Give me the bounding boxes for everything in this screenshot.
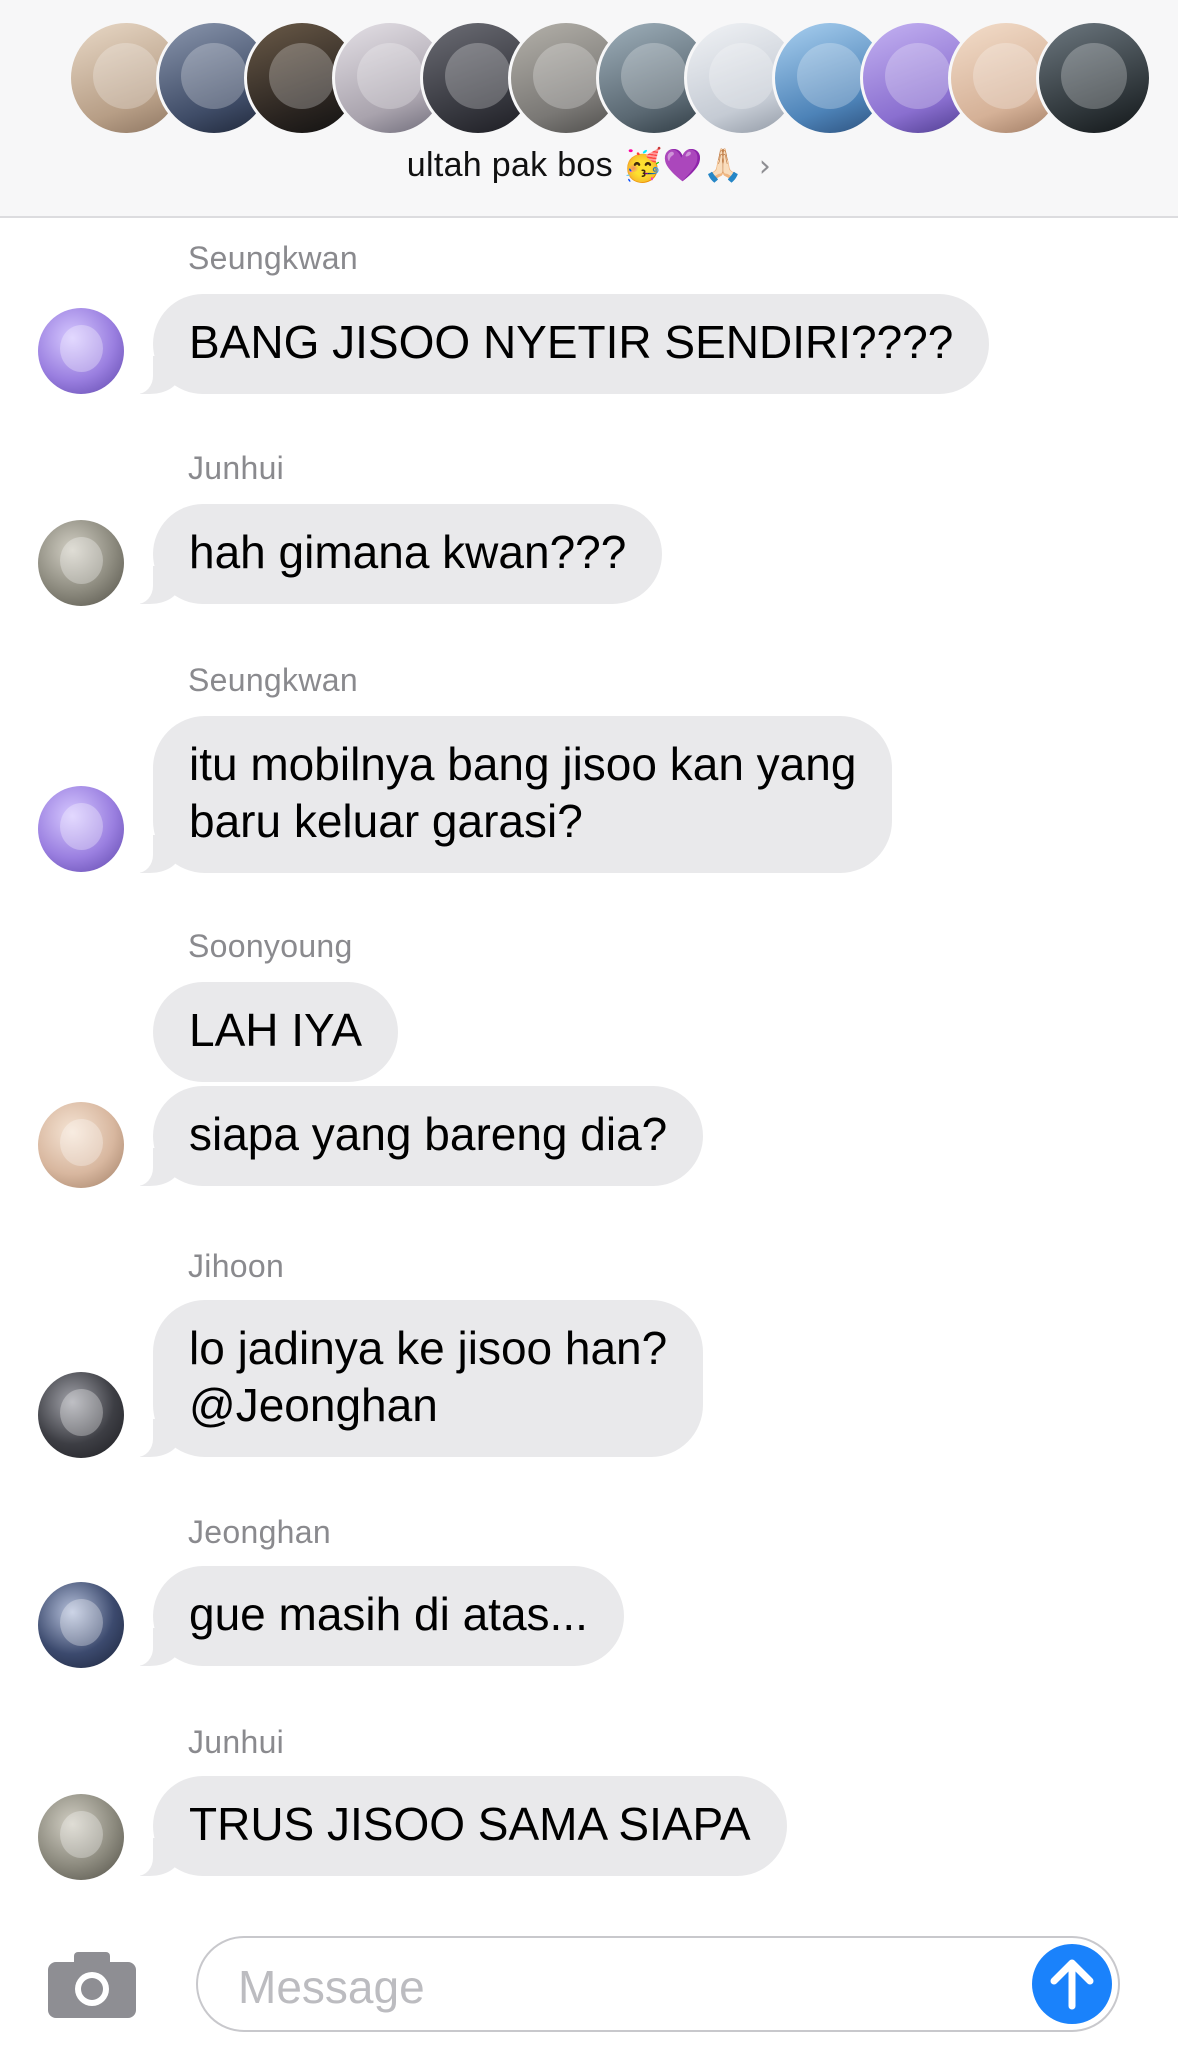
message-bubble[interactable]: LAH IYA [153,982,398,1082]
group-avatars[interactable] [68,20,1152,136]
message-text: itu mobilnya bang jisoo kan yang baru ke… [189,738,857,847]
sender-name: Jeonghan [188,1514,331,1550]
avatar[interactable] [38,1582,124,1668]
message-bubble[interactable]: hah gimana kwan??? [130,504,663,604]
chat-header: ultah pak bos 🥳💜🙏🏻 › [0,0,1178,218]
sender-name: Seungkwan [188,240,358,276]
group-name[interactable]: ultah pak bos 🥳💜🙏🏻 › [0,146,1178,185]
arrow-up-icon [1050,1959,1094,2010]
chevron-right-icon: › [758,149,772,184]
send-button[interactable] [1032,1944,1112,2024]
avatar[interactable] [38,1102,124,1188]
message-input[interactable]: Message [196,1936,1120,2032]
avatar[interactable] [38,1372,124,1458]
sender-name: Jihoon [188,1248,285,1284]
message-text: siapa yang bareng dia? [189,1108,668,1160]
sender-name: Seungkwan [188,662,358,698]
message-text: BANG JISOO NYETIR SENDIRI???? [189,316,954,368]
message-text: gue masih di atas... [189,1588,588,1640]
message-bubble[interactable]: itu mobilnya bang jisoo kan yang baru ke… [130,716,893,873]
group-name-text: ultah pak bos [406,146,613,184]
avatar[interactable] [38,520,124,606]
message-placeholder: Message [238,1961,425,2013]
avatar[interactable] [38,1794,124,1880]
avatar[interactable] [38,308,124,394]
camera-icon[interactable] [48,1952,136,2018]
message-bubble[interactable]: BANG JISOO NYETIR SENDIRI???? [130,294,990,394]
message-bubble[interactable]: gue masih di atas... [131,1566,624,1666]
sender-name: Soonyoung [188,928,353,964]
message-bubble[interactable]: siapa yang bareng dia? [130,1086,704,1186]
message-text: LAH IYA [189,1004,362,1056]
sender-name: Junhui [188,1724,285,1760]
message-text: TRUS JISOO SAMA SIAPA [189,1798,751,1850]
sender-name: Junhui [188,450,285,486]
message-bubble[interactable]: TRUS JISOO SAMA SIAPA [131,1776,787,1876]
message-bubble[interactable]: lo jadinya ke jisoo han? @Jeonghan [130,1300,704,1457]
avatar [1036,20,1152,136]
message-text: lo jadinya ke jisoo han? @Jeonghan [189,1322,668,1431]
group-emoji: 🥳💜🙏🏻 [622,146,744,184]
avatar[interactable] [38,786,124,872]
message-text: hah gimana kwan??? [189,526,627,578]
